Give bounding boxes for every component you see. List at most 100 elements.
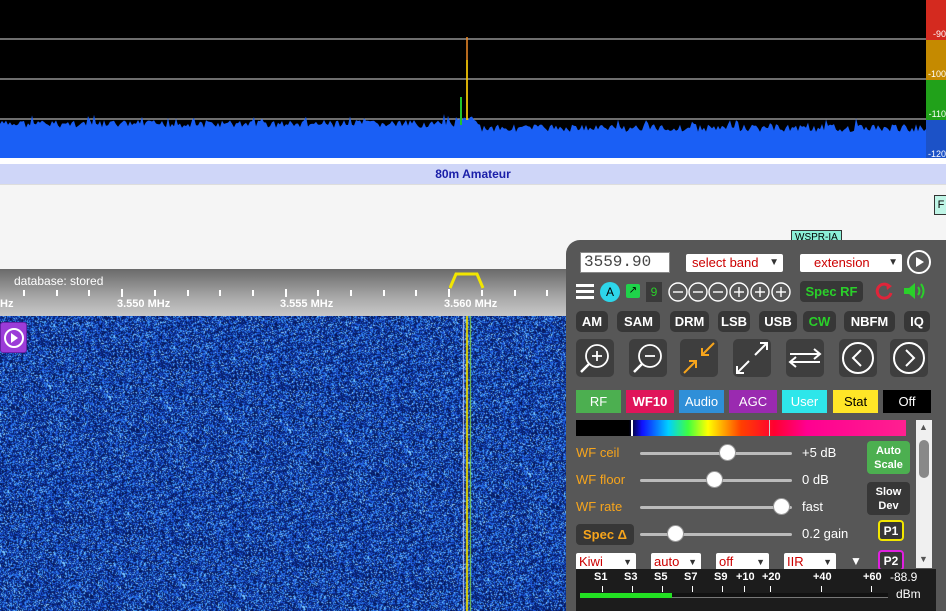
- wf-ceil-value: +5 dB: [802, 445, 837, 460]
- select-band-dropdown[interactable]: select band ▼: [686, 254, 783, 272]
- tab-rf[interactable]: RF: [576, 390, 621, 413]
- chevron-right-icon: [893, 342, 925, 374]
- iir-select-value: IIR: [787, 554, 804, 569]
- zoom-buttons-row[interactable]: [668, 281, 792, 303]
- mode-button-iq[interactable]: IQ: [904, 311, 930, 332]
- mode-button-am[interactable]: AM: [576, 311, 608, 332]
- smeter-tick: [722, 586, 723, 592]
- play-button-icon[interactable]: [907, 250, 932, 275]
- swap-arrows-icon: [788, 348, 822, 368]
- expand-arrows-icon: [736, 342, 768, 374]
- slow-dev-button[interactable]: Slow Dev: [867, 482, 910, 515]
- next-button[interactable]: [890, 339, 928, 377]
- freq-label-3560: 3.560 MHz: [444, 298, 498, 310]
- external-link-icon[interactable]: ↗: [626, 284, 640, 298]
- wf-rate-knob[interactable]: [773, 498, 791, 515]
- scale-tick: [284, 289, 287, 297]
- tab-user[interactable]: User: [782, 390, 827, 413]
- wf-rate-label: WF rate: [576, 499, 623, 514]
- scroll-thumb[interactable]: [919, 440, 929, 478]
- kiwi-select-value: Kiwi: [579, 554, 603, 569]
- smeter-label: +20: [762, 571, 781, 583]
- mode-button-sam[interactable]: SAM: [617, 311, 660, 332]
- scale-tick: [55, 290, 58, 296]
- scale-tick: [88, 290, 91, 296]
- band-bar[interactable]: 80m Amateur: [0, 164, 946, 184]
- db-label-110: -110: [928, 109, 946, 119]
- speaker-icon[interactable]: [902, 280, 930, 302]
- db-scale: -90 -100 -110 -120: [926, 0, 946, 159]
- select-band-label: select band: [692, 255, 759, 270]
- colormap-marker-right[interactable]: [769, 420, 770, 436]
- colormap-bar[interactable]: [576, 420, 906, 436]
- tab-off[interactable]: Off: [883, 390, 931, 413]
- slow-dev-line2: Dev: [878, 500, 899, 512]
- spectrum-display[interactable]: [0, 0, 926, 158]
- wf-floor-label: WF floor: [576, 472, 626, 487]
- f-button[interactable]: F: [934, 195, 946, 215]
- wf-ceil-knob[interactable]: [718, 444, 736, 461]
- p2-button[interactable]: P2: [878, 550, 904, 571]
- play-icon: [4, 328, 24, 348]
- smeter-label: +60: [863, 571, 882, 583]
- smeter-value: -88.9: [890, 570, 918, 584]
- smeter-tick: [871, 586, 872, 592]
- freq-label-3555: 3.555 MHz: [280, 298, 334, 310]
- panel-scrollbar[interactable]: ▲ ▼: [916, 420, 932, 568]
- spec-delta-button[interactable]: Spec Δ: [576, 524, 634, 545]
- tab-stat[interactable]: Stat: [833, 390, 878, 413]
- compress-arrows-icon: [683, 342, 715, 374]
- zoom-in-icon: [580, 344, 609, 373]
- zoom-to-band-button[interactable]: [680, 339, 718, 377]
- colormap-marker-left[interactable]: [631, 420, 633, 436]
- spec-track[interactable]: [640, 533, 792, 536]
- more-dropdown-icon[interactable]: ▼: [850, 554, 862, 568]
- zoom-in-button[interactable]: [576, 339, 614, 377]
- scale-tick: [219, 290, 222, 296]
- off-select-value: off: [719, 554, 734, 569]
- chevron-left-icon: [842, 342, 874, 374]
- smeter-tick: [632, 586, 633, 592]
- p1-button[interactable]: P1: [878, 520, 904, 541]
- tab-audio[interactable]: Audio: [679, 390, 724, 413]
- auto-a-icon[interactable]: A: [600, 282, 620, 302]
- auto-scale-button[interactable]: Auto Scale: [867, 441, 910, 474]
- mode-count-badge: 9: [646, 282, 662, 302]
- smeter-label: +10: [736, 571, 755, 583]
- scale-tick: [121, 289, 124, 297]
- prev-button[interactable]: [839, 339, 877, 377]
- menu-icon[interactable]: [576, 283, 594, 299]
- scale-left-edge: Hz: [0, 298, 14, 310]
- wf-rate-track[interactable]: [640, 506, 792, 509]
- zoom-out-button[interactable]: [629, 339, 667, 377]
- reload-icon[interactable]: [874, 281, 894, 302]
- frequency-input[interactable]: 3559.90: [580, 252, 670, 273]
- wf-ceil-track[interactable]: [640, 452, 792, 455]
- wf-rate-value: fast: [802, 499, 823, 514]
- smeter-label: S1: [594, 571, 608, 583]
- spec-rf-button[interactable]: Spec RF: [800, 281, 863, 302]
- wf-floor-knob[interactable]: [706, 471, 724, 488]
- scroll-down-icon[interactable]: ▼: [919, 554, 928, 564]
- chevron-down-icon: ▼: [888, 257, 898, 268]
- scroll-up-icon[interactable]: ▲: [919, 422, 928, 432]
- spec-knob[interactable]: [666, 525, 684, 542]
- mode-button-cw[interactable]: CW: [803, 311, 836, 332]
- mode-button-nbfm[interactable]: NBFM: [844, 311, 895, 332]
- waterfall-play-button[interactable]: [0, 322, 27, 353]
- mode-button-drm[interactable]: DRM: [670, 311, 709, 332]
- mode-button-lsb[interactable]: LSB: [718, 311, 750, 332]
- smeter-tick: [770, 586, 771, 592]
- passband-marker[interactable]: [449, 270, 485, 290]
- extension-dropdown[interactable]: extension ▼: [800, 254, 902, 272]
- smeter-bar: [580, 593, 673, 598]
- zoom-max-out-button[interactable]: [733, 339, 771, 377]
- tab-agc[interactable]: AGC: [729, 390, 777, 413]
- tab-wf[interactable]: WF10: [626, 390, 674, 413]
- freq-label-3550: 3.550 MHz: [117, 298, 171, 310]
- zoom-out-icon: [633, 344, 662, 373]
- scale-tick: [546, 290, 549, 296]
- spec-value: 0.2 gain: [802, 526, 849, 541]
- mode-button-usb[interactable]: USB: [759, 311, 797, 332]
- swap-button[interactable]: [786, 339, 824, 377]
